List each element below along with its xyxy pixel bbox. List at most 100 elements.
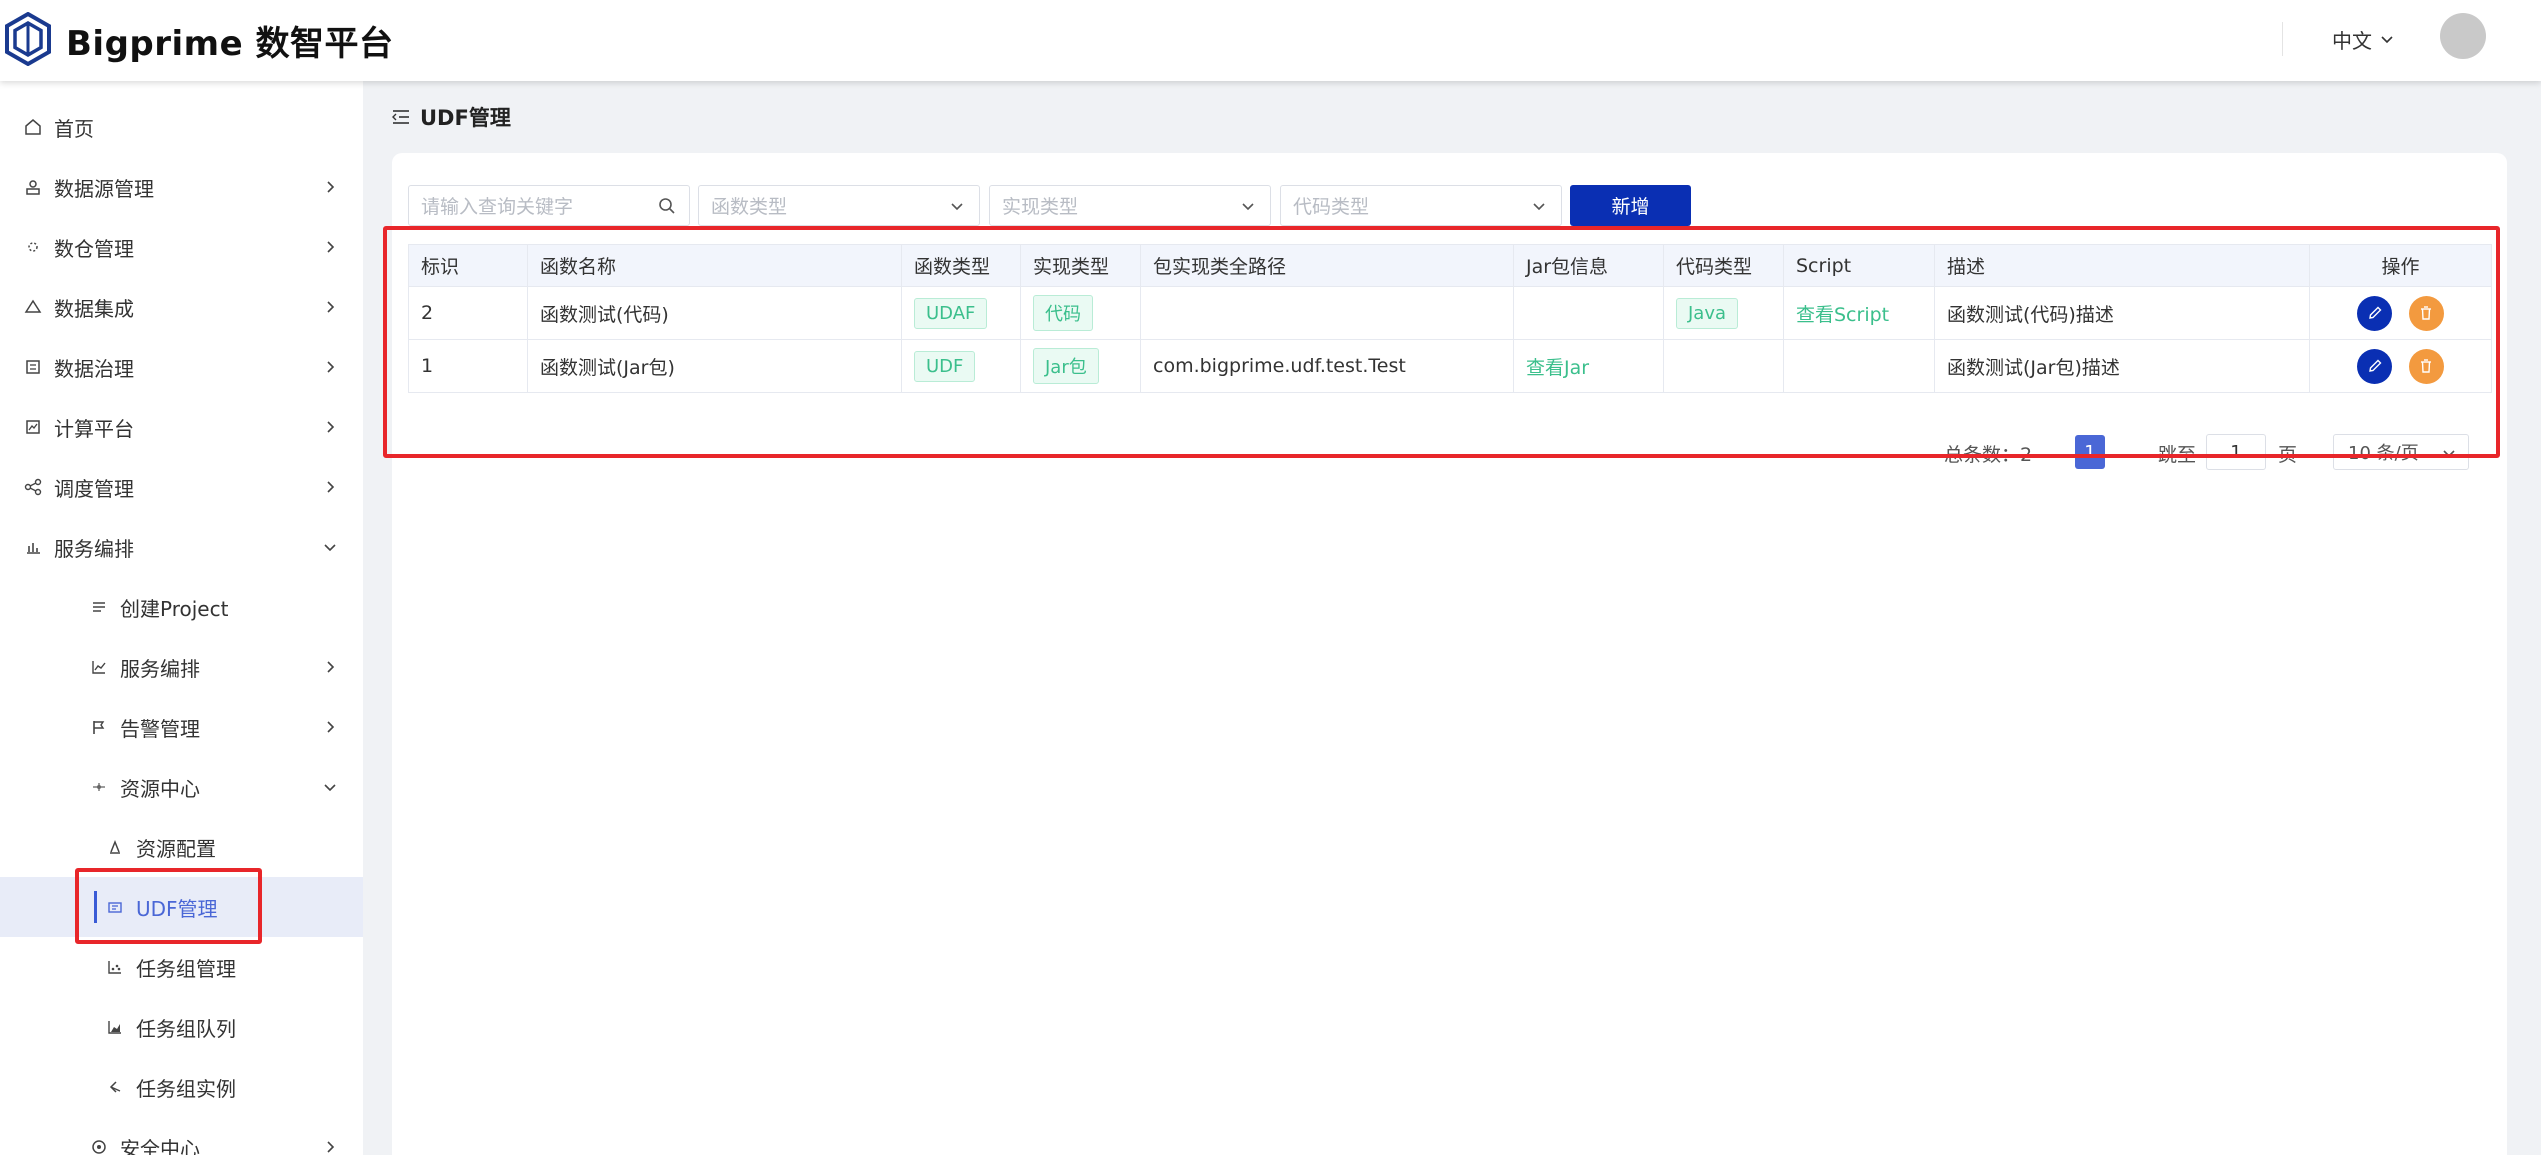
sidebar-item-schedule[interactable]: 调度管理 — [0, 457, 363, 517]
sidebar-item-home[interactable]: 首页 — [0, 97, 363, 157]
sidebar-item-label: 数据治理 — [54, 356, 134, 381]
cell-ops — [2309, 339, 2492, 393]
schedule-icon — [22, 476, 44, 498]
sidebar: 首页 数据源管理 数仓管理 数据集成 数据治理 计算平台 调度管理 服务编排 创… — [0, 81, 363, 1155]
cell-id: 1 — [408, 339, 528, 393]
sidebar-item-datasource[interactable]: 数据源管理 — [0, 157, 363, 217]
line-chart-icon — [88, 656, 110, 678]
sidebar-item-create-project[interactable]: 创建Project — [0, 577, 363, 637]
col-header-ops: 操作 — [2309, 244, 2492, 287]
pagination-jump-input[interactable] — [2206, 434, 2266, 470]
sidebar-item-label: 任务组管理 — [136, 956, 236, 981]
cell-impl-type: Jar包 — [1020, 339, 1141, 393]
chevron-right-icon — [319, 1136, 341, 1155]
cell-class-path: com.bigprime.udf.test.Test — [1140, 339, 1514, 393]
header-divider — [2282, 22, 2283, 56]
menu-fold-icon[interactable] — [392, 109, 410, 125]
sidebar-item-label: 服务编排 — [120, 656, 200, 681]
sidebar-item-alerts[interactable]: 告警管理 — [0, 697, 363, 757]
chevron-down-icon — [1529, 196, 1549, 216]
pencil-icon — [2369, 306, 2382, 319]
chevron-down-icon — [319, 776, 341, 798]
sidebar-item-label: 计算平台 — [54, 416, 134, 441]
delete-button[interactable] — [2408, 348, 2444, 384]
warehouse-icon — [22, 236, 44, 258]
sidebar-item-governance[interactable]: 数据治理 — [0, 337, 363, 397]
sidebar-item-label: 首页 — [54, 116, 94, 141]
sidebar-item-task-queue[interactable]: 任务组队列 — [0, 997, 363, 1057]
trash-icon — [2421, 359, 2432, 373]
sidebar-item-task-group[interactable]: 任务组管理 — [0, 937, 363, 997]
chevron-down-icon — [2380, 32, 2394, 46]
language-switcher[interactable]: 中文 — [2332, 22, 2394, 56]
func-type-placeholder: 函数类型 — [711, 196, 788, 218]
sidebar-item-security[interactable]: 安全中心 — [0, 1117, 363, 1155]
sidebar-item-orchestration[interactable]: 服务编排 — [0, 517, 363, 577]
sidebar-item-label: 任务组实例 — [136, 1076, 236, 1101]
cell-code-type — [1663, 339, 1784, 393]
sidebar-item-udf[interactable]: UDF管理 — [0, 877, 363, 937]
impl-type-select[interactable]: 实现类型 — [989, 185, 1271, 226]
page-size-select[interactable]: 10 条/页 — [2333, 434, 2469, 470]
list-icon — [88, 596, 110, 618]
cell-code-type: Java — [1663, 286, 1784, 340]
cell-func-type: UDF — [901, 339, 1021, 393]
code-type-placeholder: 代码类型 — [1293, 196, 1370, 218]
search-input[interactable]: 请输入查询关键字 — [408, 185, 690, 226]
sidebar-item-label: 告警管理 — [120, 716, 200, 741]
security-icon — [88, 1136, 110, 1155]
pencil-icon — [2369, 359, 2382, 372]
hexagon-logo-icon — [4, 12, 52, 66]
delete-button[interactable] — [2408, 295, 2444, 331]
sidebar-item-warehouse[interactable]: 数仓管理 — [0, 217, 363, 277]
datasource-icon — [22, 176, 44, 198]
search-icon[interactable] — [657, 196, 677, 216]
pagination-jump-label: 跳至 — [2158, 443, 2197, 466]
sidebar-item-label: 资源中心 — [120, 776, 200, 801]
cell-jar-info: 查看Jar — [1513, 339, 1664, 393]
table-row: 1 函数测试(Jar包) UDF Jar包 com.bigprime.udf.t… — [408, 339, 2492, 393]
col-header-name: 函数名称 — [527, 244, 902, 287]
sidebar-item-label: 数仓管理 — [54, 236, 134, 261]
sidebar-item-compute[interactable]: 计算平台 — [0, 397, 363, 457]
chevron-down-icon — [2442, 446, 2456, 460]
col-header-script: Script — [1783, 244, 1935, 287]
col-header-code-type: 代码类型 — [1663, 244, 1784, 287]
cell-func-type: UDAF — [901, 286, 1021, 340]
sidebar-item-service-orchestration[interactable]: 服务编排 — [0, 637, 363, 697]
code-type-tag: Java — [1676, 297, 1739, 329]
sidebar-item-integration[interactable]: 数据集成 — [0, 277, 363, 337]
language-label: 中文 — [2332, 28, 2372, 53]
page-size-value: 10 条/页 — [2348, 443, 2419, 464]
compute-icon — [22, 416, 44, 438]
impl-type-placeholder: 实现类型 — [1002, 196, 1079, 218]
chevron-right-icon — [319, 476, 341, 498]
func-type-select[interactable]: 函数类型 — [698, 185, 980, 226]
avatar[interactable] — [2440, 13, 2486, 59]
sidebar-item-resource-config[interactable]: 资源配置 — [0, 817, 363, 877]
edit-button[interactable] — [2357, 348, 2393, 384]
code-type-select[interactable]: 代码类型 — [1280, 185, 1562, 226]
page-title: UDF管理 — [392, 100, 511, 134]
sidebar-item-label: UDF管理 — [136, 896, 218, 921]
add-button[interactable]: 新增 — [1570, 185, 1691, 226]
view-script-link[interactable]: 查看Script — [1796, 304, 1889, 326]
chevron-down-icon — [947, 196, 967, 216]
chevron-down-icon — [1238, 196, 1258, 216]
instance-icon — [104, 1076, 126, 1098]
sidebar-item-resource-center[interactable]: 资源中心 — [0, 757, 363, 817]
top-header: Bigprime 数智平台 中文 — [0, 0, 2541, 81]
table-row: 2 函数测试(代码) UDAF 代码 Java 查看Script 函数测试(代码… — [408, 286, 2492, 340]
cell-script — [1783, 339, 1935, 393]
view-jar-link[interactable]: 查看Jar — [1526, 357, 1589, 379]
sidebar-item-label: 调度管理 — [54, 476, 134, 501]
edit-button[interactable] — [2357, 295, 2393, 331]
page-title-text: UDF管理 — [420, 106, 511, 130]
chart-icon — [22, 536, 44, 558]
config-icon — [104, 836, 126, 858]
col-header-class-path: 包实现类全路径 — [1140, 244, 1514, 287]
sidebar-item-task-instance[interactable]: 任务组实例 — [0, 1057, 363, 1117]
cell-jar-info — [1513, 286, 1664, 340]
pagination-page-current[interactable]: 1 — [2075, 435, 2105, 469]
chevron-right-icon — [319, 296, 341, 318]
